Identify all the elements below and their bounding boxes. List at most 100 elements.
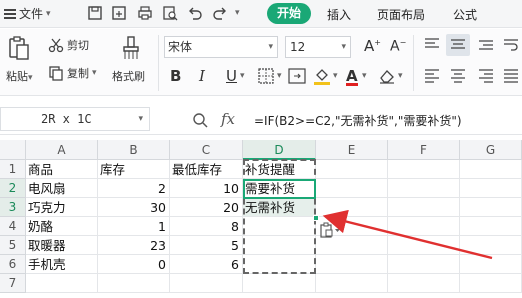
bold-icon[interactable]: B — [170, 65, 181, 87]
chevron-down-icon[interactable]: ▾ — [240, 71, 245, 81]
row-header-1[interactable]: 1 — [0, 160, 26, 179]
cell-c1[interactable]: 最低库存 — [170, 160, 243, 179]
cell-b4[interactable]: 1 — [98, 217, 170, 236]
formula-bar: 2R x 1C ▾ fx =IF(B2>=C2,"无需补货","需要补货") — [0, 103, 522, 135]
zoom-icon[interactable] — [192, 112, 208, 128]
column-header-d[interactable]: D — [243, 140, 316, 160]
column-header-e[interactable]: E — [316, 140, 388, 160]
cell-g2[interactable] — [460, 179, 522, 198]
cell-g1[interactable] — [460, 160, 522, 179]
align-center-icon[interactable] — [450, 69, 466, 83]
paste-label: 粘贴 — [6, 70, 28, 83]
column-header-a[interactable]: A — [26, 140, 98, 160]
row-header-2[interactable]: 2 — [0, 179, 26, 198]
redo-icon[interactable] — [212, 5, 228, 21]
cell-f2[interactable] — [388, 179, 460, 198]
cut-button[interactable]: 剪切 — [48, 37, 89, 53]
cell-c6[interactable]: 6 — [170, 255, 243, 274]
justify-icon[interactable] — [503, 69, 519, 83]
cell-e2[interactable] — [316, 179, 388, 198]
column-header-g[interactable]: G — [460, 140, 522, 160]
font-size-select[interactable]: 12 ▾ — [285, 36, 351, 58]
align-right-icon[interactable] — [478, 69, 494, 83]
copy-button[interactable]: 复制 ▾ — [48, 65, 97, 81]
chevron-down-icon[interactable]: ▾ — [333, 71, 338, 81]
row-header-5[interactable]: 5 — [0, 236, 26, 255]
chevron-down-icon[interactable]: ▾ — [398, 71, 403, 81]
cell-a2[interactable]: 电风扇 — [26, 179, 98, 198]
font-name-value: 宋体 — [168, 40, 193, 54]
cell-b1[interactable]: 库存 — [98, 160, 170, 179]
chevron-down-icon[interactable]: ▾ — [277, 71, 282, 81]
cell-a6[interactable]: 手机壳 — [26, 255, 98, 274]
active-cell-border — [243, 179, 316, 199]
print-icon[interactable] — [137, 5, 153, 21]
cell-a5[interactable]: 取暖器 — [26, 236, 98, 255]
name-box[interactable]: 2R x 1C ▾ — [0, 107, 150, 131]
cell-b5[interactable]: 23 — [98, 236, 170, 255]
column-header-f[interactable]: F — [388, 140, 460, 160]
tab-formulas[interactable]: 公式 — [453, 6, 477, 23]
row-header-4[interactable]: 4 — [0, 217, 26, 236]
cell-b6[interactable]: 0 — [98, 255, 170, 274]
align-top-icon[interactable] — [424, 38, 440, 52]
cell-a7[interactable] — [26, 274, 98, 293]
row-header-6[interactable]: 6 — [0, 255, 26, 274]
cell-c4[interactable]: 8 — [170, 217, 243, 236]
select-all-corner[interactable] — [0, 140, 26, 160]
chevron-down-icon: ▾ — [268, 42, 273, 52]
font-name-select[interactable]: 宋体 ▾ — [164, 36, 278, 58]
format-painter-icon[interactable] — [121, 35, 141, 61]
chevron-down-icon[interactable]: ▾ — [362, 71, 367, 81]
cell-a4[interactable]: 奶酪 — [26, 217, 98, 236]
increase-font-size-icon[interactable]: A+ — [364, 37, 381, 55]
cell-b3[interactable]: 30 — [98, 198, 170, 217]
column-header-b[interactable]: B — [98, 140, 170, 160]
align-middle-icon[interactable] — [446, 34, 470, 56]
export-icon[interactable] — [111, 5, 127, 21]
borders-icon[interactable] — [258, 65, 274, 87]
align-bottom-icon[interactable] — [478, 38, 494, 52]
font-color-icon[interactable]: A — [346, 65, 358, 87]
file-menu[interactable]: 文件 ▾ — [4, 5, 51, 22]
wrap-text-icon[interactable] — [503, 38, 519, 52]
worksheet-grid: A B C D E F G 1 2 3 4 5 6 7 商品 库存 最低库存 补… — [0, 140, 522, 298]
cell-b7[interactable] — [98, 274, 170, 293]
quick-access-dropdown-icon[interactable]: ▾ — [235, 8, 240, 18]
file-menu-label: 文件 — [19, 7, 44, 21]
cell-c5[interactable]: 5 — [170, 236, 243, 255]
formula-input[interactable]: =IF(B2>=C2,"无需补货","需要补货") — [254, 112, 462, 129]
paste-icon[interactable] — [8, 35, 30, 61]
decrease-font-size-icon[interactable]: A− — [390, 38, 406, 55]
italic-icon[interactable]: I — [199, 65, 205, 87]
tab-page-layout[interactable]: 页面布局 — [377, 6, 425, 23]
format-painter-label[interactable]: 格式刷 — [112, 68, 145, 84]
cell-e1[interactable] — [316, 160, 388, 179]
undo-icon[interactable] — [187, 5, 203, 21]
cell-c3[interactable]: 20 — [170, 198, 243, 217]
cut-label: 剪切 — [67, 39, 89, 52]
ribbon-home: 粘贴▾ 剪切 复制 ▾ 格式刷 宋体 ▾ 12 ▾ A+ A− B I U ▾ ▾… — [0, 29, 522, 96]
cell-c2[interactable]: 10 — [170, 179, 243, 198]
cell-b2[interactable]: 2 — [98, 179, 170, 198]
paste-button[interactable]: 粘贴▾ — [6, 68, 33, 84]
tab-insert[interactable]: 插入 — [327, 6, 351, 23]
tab-home[interactable]: 开始 — [267, 3, 311, 24]
fill-color-icon[interactable] — [313, 65, 331, 87]
merge-cells-icon[interactable] — [288, 65, 306, 87]
save-icon[interactable] — [87, 5, 103, 21]
menu-bar: 文件 ▾ ▾ 开始 插入 页面布局 公式 — [0, 0, 522, 28]
chevron-down-icon: ▾ — [341, 42, 346, 52]
cell-f1[interactable] — [388, 160, 460, 179]
fx-icon[interactable]: fx — [221, 110, 235, 128]
row-header-3[interactable]: 3 — [0, 198, 26, 217]
cell-a1[interactable]: 商品 — [26, 160, 98, 179]
cell-c7[interactable] — [170, 274, 243, 293]
clear-format-icon[interactable] — [378, 65, 396, 87]
column-header-c[interactable]: C — [170, 140, 243, 160]
print-preview-icon[interactable] — [162, 5, 178, 21]
row-header-7[interactable]: 7 — [0, 274, 26, 293]
align-left-icon[interactable] — [424, 69, 440, 83]
cell-a3[interactable]: 巧克力 — [26, 198, 98, 217]
underline-icon[interactable]: U — [226, 65, 237, 87]
